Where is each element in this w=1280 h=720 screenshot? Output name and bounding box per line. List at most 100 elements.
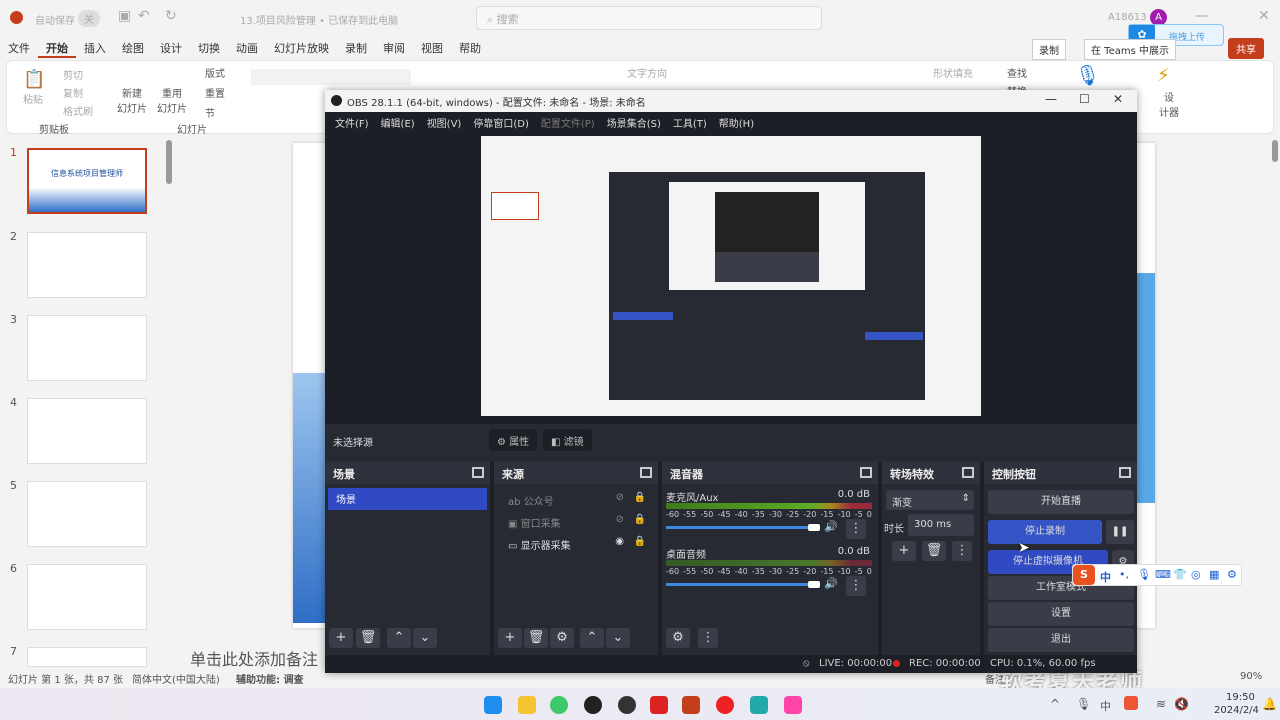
menu-file[interactable]: 文件(F)	[329, 112, 375, 132]
obs-preview[interactable]	[325, 132, 1137, 424]
microphone-icon[interactable]: 🎙	[1076, 697, 1091, 711]
obs-taskbar-icon[interactable]	[618, 696, 636, 714]
move-down-icon[interactable]: ⌄	[606, 628, 630, 648]
cut-button[interactable]: 剪切	[63, 67, 83, 82]
redo-icon[interactable]: ↻	[165, 8, 177, 24]
source-item[interactable]: ▭ 显示器采集 ◉ 🔒	[500, 534, 652, 554]
transition-menu-icon[interactable]: ⋮	[952, 541, 972, 561]
voice-icon[interactable]: 🎙	[1137, 568, 1151, 581]
paste-button[interactable]: 粘贴	[23, 91, 43, 106]
section-button[interactable]: 节	[205, 105, 215, 120]
thumbnail-slide-2[interactable]	[27, 232, 147, 298]
search-input[interactable]: ⌕ 搜索	[476, 6, 822, 30]
designer-button[interactable]: 设 计器	[1159, 89, 1179, 119]
thumbnail-slide-5[interactable]	[27, 481, 147, 547]
settings-icon[interactable]: ⚙	[1227, 568, 1237, 581]
dictate-icon[interactable]: 🎙	[1075, 63, 1100, 87]
reset-button[interactable]: 重置	[205, 85, 225, 100]
document-title[interactable]: 13.项目风险管理 • 已保存到此电脑	[240, 12, 398, 27]
thumbnail-slide-4[interactable]	[27, 398, 147, 464]
menu-edit[interactable]: 编辑(E)	[375, 112, 421, 132]
start-streaming-button[interactable]: 开始直播	[988, 490, 1134, 514]
tray-chevron-icon[interactable]: ^	[1050, 697, 1060, 711]
channel-menu-icon[interactable]: ⋮	[846, 576, 866, 596]
tab-view[interactable]: 视图	[413, 38, 451, 58]
ime-mode[interactable]: 中	[1100, 569, 1111, 585]
speaker-icon[interactable]: 🔊	[824, 520, 838, 533]
notes-placeholder[interactable]: 单击此处添加备注	[190, 646, 318, 670]
advanced-audio-icon[interactable]: ⚙	[666, 628, 690, 648]
wechat-icon[interactable]	[550, 696, 568, 714]
move-up-icon[interactable]: ⌃	[387, 628, 411, 648]
stop-recording-button[interactable]: 停止录制	[988, 520, 1102, 544]
ime-indicator[interactable]: 中	[1100, 698, 1111, 714]
lock-icon[interactable]: 🔒	[634, 514, 646, 525]
filters-button[interactable]: ◧ 滤镜	[543, 429, 592, 451]
share-button[interactable]: 共享	[1228, 38, 1264, 59]
popout-icon[interactable]	[1119, 467, 1131, 478]
toolbox-icon[interactable]: ▦	[1209, 568, 1219, 581]
reuse-slide-button[interactable]: 重用 幻灯片	[157, 85, 187, 115]
visibility-hidden-icon[interactable]: ⊘	[616, 514, 624, 525]
visibility-hidden-icon[interactable]: ⊘	[616, 492, 624, 503]
tab-help[interactable]: 帮助	[451, 38, 489, 58]
close-icon[interactable]: ✕	[1258, 8, 1270, 24]
undo-icon[interactable]: ↶	[138, 8, 150, 24]
tab-slideshow[interactable]: 幻灯片放映	[266, 38, 337, 58]
thumbnail-slide-7[interactable]	[27, 647, 147, 667]
remove-scene-icon[interactable]: 🗑	[356, 628, 380, 648]
font-name-select[interactable]	[251, 69, 411, 85]
source-settings-icon[interactable]: ⚙	[550, 628, 574, 648]
designer-icon[interactable]: ⚡	[1157, 65, 1170, 86]
volume-slider[interactable]	[666, 583, 816, 586]
speaker-icon[interactable]: 🔊	[824, 577, 838, 590]
scene-item[interactable]: 场景	[328, 488, 487, 510]
app-icon[interactable]	[750, 696, 768, 714]
sogou-logo-icon[interactable]: S	[1073, 565, 1095, 585]
punctuation-icon[interactable]: •,	[1119, 568, 1129, 581]
thumbnail-scrollbar[interactable]	[166, 140, 172, 184]
app-icon[interactable]	[784, 696, 802, 714]
ime-toolbar[interactable]: S 中 •, 🎙 ⌨ 👕 ◎ ▦ ⚙	[1072, 564, 1242, 586]
clock-time[interactable]: 19:50	[1226, 692, 1255, 703]
source-item[interactable]: ab 公众号 ⊘ 🔒	[500, 490, 652, 510]
mixer-menu-icon[interactable]: ⋮	[698, 628, 718, 648]
menu-view[interactable]: 视图(V)	[421, 112, 468, 132]
visibility-icon[interactable]: ◉	[615, 536, 624, 547]
remove-transition-icon[interactable]: 🗑	[922, 541, 946, 561]
qq-icon[interactable]	[584, 696, 602, 714]
tab-animations[interactable]: 动画	[228, 38, 266, 58]
popout-icon[interactable]	[962, 467, 974, 478]
start-icon[interactable]	[484, 696, 502, 714]
menu-docks[interactable]: 停靠窗口(D)	[467, 112, 535, 132]
popout-icon[interactable]	[640, 467, 652, 478]
layout-button[interactable]: 版式	[205, 65, 225, 80]
popout-icon[interactable]	[860, 467, 872, 478]
tab-draw[interactable]: 绘图	[114, 38, 152, 58]
exit-button[interactable]: 退出	[988, 628, 1134, 652]
source-item[interactable]: ▣ 窗口采集 ⊘ 🔒	[500, 512, 652, 532]
notification-bell-icon[interactable]: 🔔	[1262, 697, 1277, 711]
duration-spinbox[interactable]: 300 ms	[908, 514, 974, 536]
tab-transitions[interactable]: 切换	[190, 38, 228, 58]
text-direction-button[interactable]: 文字方向	[627, 65, 667, 80]
minimize-icon[interactable]: —	[1195, 8, 1209, 24]
volume-slider-handle[interactable]	[808, 524, 820, 531]
volume-muted-icon[interactable]: 🔇	[1174, 697, 1189, 711]
app-icon[interactable]	[650, 696, 668, 714]
add-source-button[interactable]: +	[498, 628, 522, 648]
volume-slider[interactable]	[666, 526, 816, 529]
menu-help[interactable]: 帮助(H)	[713, 112, 760, 132]
paste-icon[interactable]: 📋	[23, 69, 45, 90]
menu-scene-collection[interactable]: 场景集合(S)	[601, 112, 667, 132]
tab-file[interactable]: 文件	[0, 38, 38, 58]
skin-icon[interactable]: 👕	[1173, 568, 1187, 581]
lock-icon[interactable]: 🔒	[634, 536, 646, 547]
zoom-level[interactable]: 90%	[1240, 671, 1262, 682]
move-down-icon[interactable]: ⌄	[413, 628, 437, 648]
tab-record[interactable]: 录制	[337, 38, 375, 58]
properties-button[interactable]: ⚙ 属性	[489, 429, 538, 451]
thumbnail-slide-1[interactable]: 信息系统项目管理师	[27, 148, 147, 214]
powerpoint-taskbar-icon[interactable]	[682, 696, 700, 714]
remove-source-icon[interactable]: 🗑	[524, 628, 548, 648]
